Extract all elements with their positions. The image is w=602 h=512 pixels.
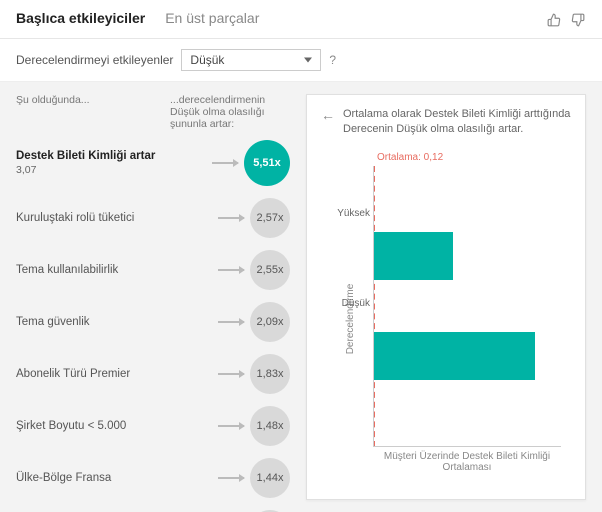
bar-row: Yüksek <box>374 226 561 286</box>
bar[interactable] <box>374 332 535 380</box>
influencer-value: 1,83x <box>250 354 290 394</box>
influencer-value: 2,09x <box>250 302 290 342</box>
detail-header: ← Ortalama olarak Destek Bileti Kimliği … <box>321 107 571 138</box>
influencer-value: 2,55x <box>250 250 290 290</box>
influencer-row[interactable]: Abonelik Türü Premier 1,83x <box>16 354 290 394</box>
influencer-label: Tema kullanılabilirlik <box>16 263 212 278</box>
influencer-list: Destek Bileti Kimliği artar 3,07 5,51x K… <box>16 140 290 512</box>
arrow-icon <box>218 477 244 479</box>
influencer-label: Kuruluştaki rolü tüketici <box>16 211 212 226</box>
col-when: Şu olduğunda... <box>16 94 170 130</box>
influencer-value: 1,48x <box>250 406 290 446</box>
arrow-icon <box>218 217 244 219</box>
arrow-icon <box>218 269 244 271</box>
influencer-row[interactable]: Şirket Boyutu < 5.000 1,48x <box>16 406 290 446</box>
influencer-label: Destek Bileti Kimliği artar 3,07 <box>16 149 206 178</box>
tab-top-segments[interactable]: En üst parçalar <box>165 10 259 30</box>
key-influencers-visual: Başlıca etkileyiciler En üst parçalar De… <box>0 0 602 512</box>
arrow-icon <box>218 321 244 323</box>
influencers-pane: Şu olduğunda... ...derecelendirmenin Düş… <box>0 82 300 512</box>
influencer-row[interactable]: Tema kullanılabilirlik 2,55x <box>16 250 290 290</box>
body: Şu olduğunda... ...derecelendirmenin Düş… <box>0 82 602 512</box>
target-value-dropdown[interactable]: Düşük <box>181 49 321 71</box>
help-icon[interactable]: ? <box>329 53 336 67</box>
avg-line-label: Ortalama: 0,12 <box>377 152 443 163</box>
influencer-label: Tema güvenlik <box>16 315 212 330</box>
influencer-value: 5,51x <box>244 140 290 186</box>
influencer-row[interactable]: Tema güvenlik 2,09x <box>16 302 290 342</box>
arrow-icon <box>218 373 244 375</box>
bar-row: Düşük <box>374 326 561 386</box>
col-likelihood: ...derecelendirmenin Düşük olma olasılığ… <box>170 94 290 130</box>
filter-row: Derecelendirmeyi etkileyenler Düşük ? <box>0 39 602 82</box>
thumbs-up-icon[interactable] <box>546 12 562 28</box>
chart-bars: Yüksek Düşük <box>373 166 561 447</box>
arrow-icon <box>212 162 238 164</box>
bar-category: Düşük <box>326 298 370 309</box>
column-headers: Şu olduğunda... ...derecelendirmenin Düş… <box>16 94 290 130</box>
influencer-row[interactable]: Kuruluştaki rolü tüketici 2,57x <box>16 198 290 238</box>
influencer-row[interactable]: Destek Bileti Kimliği artar 3,07 5,51x <box>16 140 290 186</box>
influencer-value: 1,44x <box>250 458 290 498</box>
feedback-controls <box>546 12 586 28</box>
detail-title: Ortalama olarak Destek Bileti Kimliği ar… <box>343 107 571 138</box>
header: Başlıca etkileyiciler En üst parçalar <box>0 0 602 39</box>
influencer-value: 2,57x <box>250 198 290 238</box>
influencer-label: Abonelik Türü Premier <box>16 367 212 382</box>
filter-label: Derecelendirmeyi etkileyenler <box>16 53 173 67</box>
x-axis-label: Müşteri Üzerinde Destek Bileti Kimliği O… <box>373 451 561 473</box>
influencer-row[interactable]: Ülke-Bölge Fransa 1,44x <box>16 458 290 498</box>
tab-key-influencers[interactable]: Başlıca etkileyiciler <box>16 10 145 30</box>
detail-pane: ← Ortalama olarak Destek Bileti Kimliği … <box>306 94 586 500</box>
arrow-icon <box>218 425 244 427</box>
influencer-label: Şirket Boyutu < 5.000 <box>16 419 212 434</box>
bar-category: Yüksek <box>326 208 370 219</box>
back-arrow-icon[interactable]: ← <box>321 107 335 124</box>
chart: Ortalama: 0,12 Derecelendirme Yüksek Düş… <box>321 152 571 487</box>
tabs: Başlıca etkileyiciler En üst parçalar <box>16 10 546 30</box>
y-axis-label: Derecelendirme <box>345 284 356 355</box>
influencer-label: Ülke-Bölge Fransa <box>16 471 212 486</box>
thumbs-down-icon[interactable] <box>570 12 586 28</box>
bar[interactable] <box>374 232 453 280</box>
